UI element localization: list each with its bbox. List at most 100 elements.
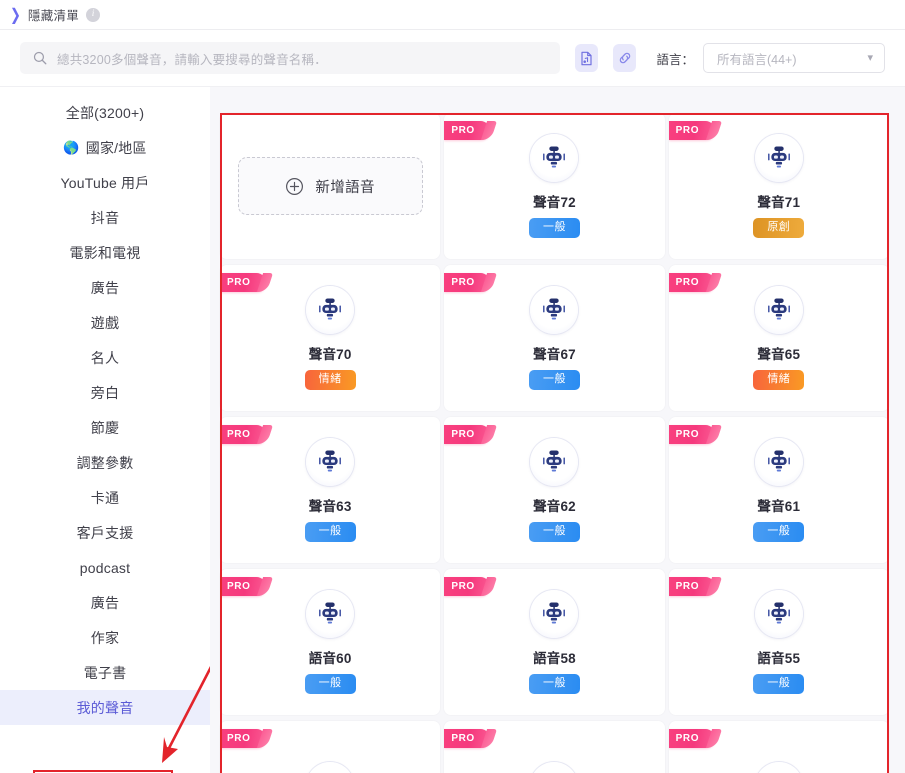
voice-avatar [754, 286, 803, 335]
voice-name: 語音58 [533, 651, 576, 667]
voice-avatar [530, 762, 579, 773]
voice-tag: 一般 [753, 522, 805, 542]
sidebar-item-5[interactable]: 電影和電視 [0, 235, 210, 270]
sidebar-item-11[interactable]: 調整參數 [0, 445, 210, 480]
pro-badge: PRO [444, 729, 491, 748]
language-label: 語言： [656, 52, 694, 67]
voice-card[interactable]: PRO [444, 721, 665, 773]
voice-card[interactable]: PRO 聲音71 原創 [668, 113, 889, 259]
music-file-button[interactable] [575, 44, 599, 72]
robot-avatar-icon [543, 146, 566, 168]
voice-card[interactable]: PRO 聲音63 一般 [220, 417, 441, 563]
voice-card[interactable]: PRO 語音58 一般 [444, 569, 665, 715]
sidebar-item-label: 節慶 [90, 419, 120, 436]
voice-avatar [754, 438, 803, 487]
sidebar-item-label: 名人 [90, 349, 120, 366]
search-placeholder: 總共3200多個聲音，請輸入要搜尋的聲音名稱． [57, 52, 327, 67]
sidebar-item-label: 廣告 [90, 279, 120, 296]
category-sidebar: 全部(3200+) 🌎 國家/地區 YouTube 用戶 抖音 電影和電視 廣告 遊戲 名人 旁白… [0, 87, 214, 773]
robot-avatar-icon [767, 602, 790, 624]
sidebar-item-6[interactable]: 廣告 [0, 270, 210, 305]
voice-avatar [530, 590, 579, 639]
sidebar-item-3[interactable]: YouTube 用戶 [0, 165, 210, 200]
sidebar-item-label: 旁白 [90, 384, 120, 401]
page-body: 全部(3200+) 🌎 國家/地區 YouTube 用戶 抖音 電影和電視 廣告 遊戲 名人 旁白… [0, 87, 905, 773]
voice-name: 聲音67 [533, 347, 576, 363]
sidebar-item-4[interactable]: 抖音 [0, 200, 210, 235]
search-toolbar: 總共3200多個聲音，請輸入要搜尋的聲音名稱． 語言： 所有語言(44+) ▾ [0, 30, 905, 87]
link-button[interactable] [613, 44, 637, 72]
plus-circle-icon [285, 177, 304, 196]
sidebar-item-16[interactable]: 作家 [0, 620, 210, 655]
voice-grid: 新增語音 PRO 聲音72 一般 PRO 聲音71 原創 PRO 聲音70 情緒 PRO [220, 113, 889, 773]
add-voice-button[interactable]: 新增語音 [237, 157, 423, 215]
sidebar-item-8[interactable]: 名人 [0, 340, 210, 375]
voice-card[interactable]: PRO 聲音72 一般 [444, 113, 665, 259]
voice-tag: 情緒 [304, 370, 356, 390]
chevron-right-icon[interactable]: ❯ [10, 6, 21, 22]
voice-card[interactable]: PRO 語音60 一般 [220, 569, 441, 715]
voice-card[interactable]: PRO [220, 721, 441, 773]
voice-avatar [530, 438, 579, 487]
sidebar-item-18[interactable]: 我的聲音 [0, 690, 210, 725]
sidebar-item-10[interactable]: 節慶 [0, 410, 210, 445]
sidebar-item-14[interactable]: podcast [0, 550, 210, 585]
robot-avatar-icon [543, 450, 566, 472]
hide-list-label[interactable]: 隱藏清單 [28, 5, 79, 24]
voice-tag: 一般 [528, 522, 580, 542]
pro-badge: PRO [668, 273, 715, 292]
music-file-icon [579, 51, 594, 66]
voice-library-page: ❯ 隱藏清單 i 總共3200多個聲音，請輸入要搜尋的聲音名稱． 語言： 所有語… [0, 0, 905, 773]
voice-avatar [530, 134, 579, 183]
voice-card[interactable]: PRO 聲音61 一般 [668, 417, 889, 563]
pro-badge: PRO [444, 577, 491, 596]
sidebar-item-label: 卡通 [90, 489, 120, 506]
sidebar-item-9[interactable]: 旁白 [0, 375, 210, 410]
sidebar-item-13[interactable]: 客戶支援 [0, 515, 210, 550]
pro-badge: PRO [668, 577, 715, 596]
pro-badge: PRO [444, 425, 491, 444]
voice-avatar [754, 134, 803, 183]
sidebar-item-label: 遊戲 [90, 314, 120, 331]
voice-avatar [306, 286, 355, 335]
sidebar-item-label: 國家/地區 [85, 139, 147, 156]
sidebar-item-1[interactable]: 全部(3200+) [0, 95, 210, 130]
voice-grid-area: 新增語音 PRO 聲音72 一般 PRO 聲音71 原創 PRO 聲音70 情緒 PRO [210, 87, 905, 773]
voice-card[interactable]: PRO 聲音70 情緒 [220, 265, 441, 411]
info-icon[interactable]: i [86, 7, 101, 22]
voice-avatar [530, 286, 579, 335]
robot-avatar-icon [537, 769, 571, 773]
voice-card[interactable]: PRO 聲音62 一般 [444, 417, 665, 563]
sidebar-item-label: 電影和電視 [69, 244, 141, 261]
voice-name: 聲音71 [757, 195, 801, 211]
sidebar-item-7[interactable]: 遊戲 [0, 305, 210, 340]
voice-name: 聲音65 [757, 347, 801, 363]
robot-avatar-icon [543, 602, 566, 624]
voice-card[interactable]: PRO 聲音65 情緒 [668, 265, 889, 411]
sidebar-item-label: 作家 [90, 629, 120, 646]
voice-avatar [306, 438, 355, 487]
pro-badge: PRO [444, 121, 491, 140]
sidebar-item-15[interactable]: 廣告 [0, 585, 210, 620]
sidebar-item-17[interactable]: 電子書 [0, 655, 210, 690]
voice-name: 聲音62 [533, 499, 576, 515]
chevron-down-icon: ▾ [867, 51, 873, 64]
voice-card[interactable]: PRO 聲音67 一般 [444, 265, 665, 411]
search-icon [33, 51, 47, 65]
voice-name: 聲音72 [533, 195, 576, 211]
link-icon [617, 50, 633, 66]
voice-card[interactable]: PRO [668, 721, 889, 773]
add-voice-card: 新增語音 [220, 113, 441, 259]
voice-card[interactable]: PRO 語音55 一般 [668, 569, 889, 715]
voice-name: 語音60 [308, 651, 352, 667]
robot-avatar-icon [319, 602, 342, 624]
pro-badge: PRO [668, 121, 715, 140]
voice-tag: 一般 [304, 522, 356, 542]
voice-tag: 原創 [753, 218, 805, 238]
sidebar-item-2[interactable]: 🌎 國家/地區 [0, 130, 210, 165]
search-input[interactable]: 總共3200多個聲音，請輸入要搜尋的聲音名稱． [20, 42, 560, 74]
sidebar-item-label: 抖音 [90, 209, 120, 226]
voice-name: 聲音63 [308, 499, 352, 515]
sidebar-item-12[interactable]: 卡通 [0, 480, 210, 515]
language-select[interactable]: 所有語言(44+) ▾ [702, 43, 885, 73]
